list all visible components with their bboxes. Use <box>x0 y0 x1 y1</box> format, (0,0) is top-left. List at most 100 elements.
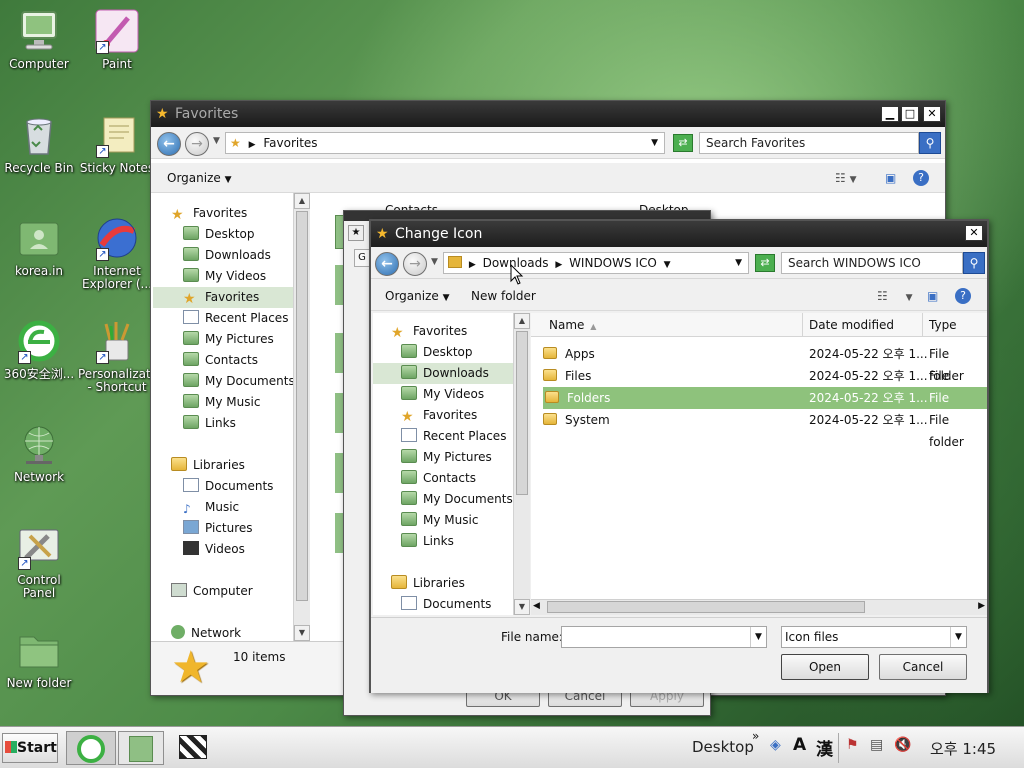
nav-computer[interactable]: Computer <box>171 581 253 602</box>
nav-network[interactable]: Network <box>171 623 241 641</box>
search-input[interactable]: Search Favorites <box>699 132 919 154</box>
desktop-icon-recycle-bin[interactable]: Recycle Bin <box>0 112 78 175</box>
nav-my-music[interactable]: My Music <box>183 392 260 413</box>
column-header-type[interactable]: Type <box>929 313 957 337</box>
help-icon[interactable]: ? <box>955 288 971 304</box>
nav-links[interactable]: Links <box>401 531 454 552</box>
toolbar-expand-icon[interactable]: » <box>752 729 759 743</box>
preview-pane-icon[interactable]: ▣ <box>885 163 896 193</box>
breadcrumb-chevron-icon[interactable]: ▶ <box>249 140 256 150</box>
dialog-address-field[interactable]: ▶ Downloads ▶ WINDOWS ICO ▼ ▼ <box>443 252 749 274</box>
file-row-selected[interactable]: Folders 2024-05-22 오후 1... File folder <box>543 387 987 427</box>
organize-button[interactable]: Organize ▼ <box>167 163 232 195</box>
nav-my-pictures[interactable]: My Pictures <box>183 329 274 350</box>
address-dropdown-icon[interactable]: ▼ <box>651 133 658 153</box>
help-icon[interactable]: ? <box>913 170 929 186</box>
file-type-select[interactable]: Icon files ▼ <box>781 626 967 648</box>
address-dropdown-icon[interactable]: ▼ <box>735 253 742 273</box>
nav-my-documents[interactable]: My Documents <box>401 489 513 510</box>
taskbar-360-browser[interactable] <box>66 731 116 765</box>
nav-videos[interactable]: Videos <box>183 539 245 560</box>
address-field[interactable]: ★ ▶ Favorites ▼ <box>225 132 665 154</box>
change-icon-titlebar[interactable]: ★ Change Icon ✕ <box>371 221 987 247</box>
nav-favorites[interactable]: ★ Favorites <box>171 203 247 224</box>
search-icon[interactable]: ⚲ <box>963 252 985 274</box>
desktop-icon-paint[interactable]: ↗ Paint <box>78 8 156 71</box>
volume-muted-icon[interactable]: 🔇 <box>894 737 911 753</box>
nav-libraries[interactable]: Libraries <box>171 455 245 476</box>
desktop-icon-control-panel[interactable]: ↗ Control Panel <box>0 524 78 600</box>
scroll-up-icon[interactable]: ▲ <box>514 313 530 329</box>
action-center-flag-icon[interactable]: ⚑ <box>846 737 859 753</box>
dialog-search-input[interactable]: Search WINDOWS ICO <box>781 252 963 274</box>
breadcrumb-chevron-icon[interactable]: ▶ <box>469 260 476 270</box>
nav-documents[interactable]: Documents <box>183 476 273 497</box>
history-dropdown-icon[interactable]: ▼ <box>213 136 220 146</box>
nav-my-pictures[interactable]: My Pictures <box>401 447 492 468</box>
views-icon[interactable]: ☷ ▼ <box>877 281 913 313</box>
nav-my-documents[interactable]: My Documents <box>183 371 293 392</box>
nav-pictures[interactable]: Pictures <box>183 518 253 539</box>
forward-arrow-icon[interactable]: → <box>185 132 209 156</box>
desktop-icon-network[interactable]: Network <box>0 421 78 484</box>
dialog-close-button[interactable]: ✕ <box>965 225 983 241</box>
forward-arrow-icon[interactable]: → <box>403 252 427 276</box>
language-bar-icon[interactable]: ◈ <box>770 737 781 753</box>
dialog-nav-scrollbar[interactable]: ▲ ▼ <box>513 313 530 615</box>
desktop-icon-personalization[interactable]: ↗ Personalizat... - Shortcut <box>78 318 162 394</box>
nav-libraries[interactable]: Libraries <box>391 573 465 594</box>
preview-pane-icon[interactable]: ▣ <box>927 281 938 311</box>
nav-contacts[interactable]: Contacts <box>183 350 258 371</box>
views-icon[interactable]: ☷ ▼ <box>835 163 857 195</box>
scroll-thumb[interactable] <box>516 331 528 495</box>
scroll-down-icon[interactable]: ▼ <box>294 625 310 641</box>
nav-links[interactable]: Links <box>183 413 236 434</box>
clock[interactable]: 오후 1:45 <box>930 738 996 759</box>
nav-contacts[interactable]: Contacts <box>401 468 476 489</box>
scroll-left-icon[interactable]: ◀ <box>533 601 540 611</box>
breadcrumb-chevron-icon[interactable]: ▼ <box>664 260 671 270</box>
organize-button[interactable]: Organize ▼ <box>385 281 450 313</box>
new-folder-button[interactable]: New folder <box>471 281 536 311</box>
desktop-icon-new-folder[interactable]: New folder <box>0 627 78 690</box>
file-row[interactable]: System 2024-05-22 오후 1... File folder <box>543 409 987 449</box>
favorites-nav-scrollbar[interactable]: ▲ ▼ <box>293 193 310 641</box>
desktop-toolbar-label[interactable]: Desktop <box>692 738 754 756</box>
desktop-icon-korea-in[interactable]: korea.in <box>0 215 78 278</box>
file-row[interactable]: Files 2024-05-22 오후 1... File folder <box>543 365 987 405</box>
taskbar-explorer[interactable] <box>118 731 164 765</box>
column-header-name[interactable]: Name ▲ <box>531 313 803 337</box>
nav-desktop[interactable]: Desktop <box>401 342 473 363</box>
taskbar-media[interactable] <box>170 731 216 765</box>
file-name-input[interactable]: ▼ <box>561 626 767 648</box>
close-button[interactable]: ✕ <box>923 106 941 122</box>
file-name-dropdown-icon[interactable]: ▼ <box>750 627 766 647</box>
desktop-icon-internet-explorer[interactable]: ↗ Internet Explorer (... <box>78 215 156 291</box>
horizontal-scrollbar[interactable]: ◀ ▶ <box>531 599 987 615</box>
scroll-down-icon[interactable]: ▼ <box>514 599 530 615</box>
open-button[interactable]: Open <box>781 654 869 680</box>
start-button[interactable]: Start <box>2 733 58 763</box>
cancel-button[interactable]: Cancel <box>879 654 967 680</box>
scroll-right-icon[interactable]: ▶ <box>978 601 985 611</box>
favorites-titlebar[interactable]: ★ Favorites ▁ □ ✕ <box>151 101 945 127</box>
nav-downloads-selected[interactable]: Downloads <box>373 363 513 384</box>
back-arrow-icon[interactable]: ← <box>375 252 399 276</box>
desktop-icon-computer[interactable]: Computer <box>0 8 78 71</box>
file-row[interactable]: Apps 2024-05-22 오후 1... File folder <box>543 343 987 383</box>
desktop-icon-360-browser[interactable]: ↗ 360安全浏... <box>0 318 78 381</box>
refresh-icon[interactable]: ⇄ <box>673 134 693 152</box>
nav-recent-places[interactable]: Recent Places <box>401 426 506 447</box>
maximize-button[interactable]: □ <box>901 106 919 122</box>
nav-music[interactable]: ♪ Music <box>183 497 239 518</box>
breadcrumb-favorites[interactable]: Favorites <box>263 136 317 150</box>
nav-favorites-folder[interactable]: ★ Favorites <box>153 287 293 308</box>
back-arrow-icon[interactable]: ← <box>157 132 181 156</box>
nav-my-music[interactable]: My Music <box>401 510 478 531</box>
file-type-dropdown-icon[interactable]: ▼ <box>950 627 966 647</box>
scroll-up-icon[interactable]: ▲ <box>294 193 310 209</box>
nav-recent-places[interactable]: Recent Places <box>183 308 288 329</box>
change-icon-dialog[interactable]: ★ Change Icon ✕ ← → ▼ ▶ Downloads ▶ WIND… <box>369 219 989 693</box>
refresh-icon[interactable]: ⇄ <box>755 254 775 272</box>
desktop-icon-sticky-notes[interactable]: ↗ Sticky Notes <box>78 112 156 175</box>
